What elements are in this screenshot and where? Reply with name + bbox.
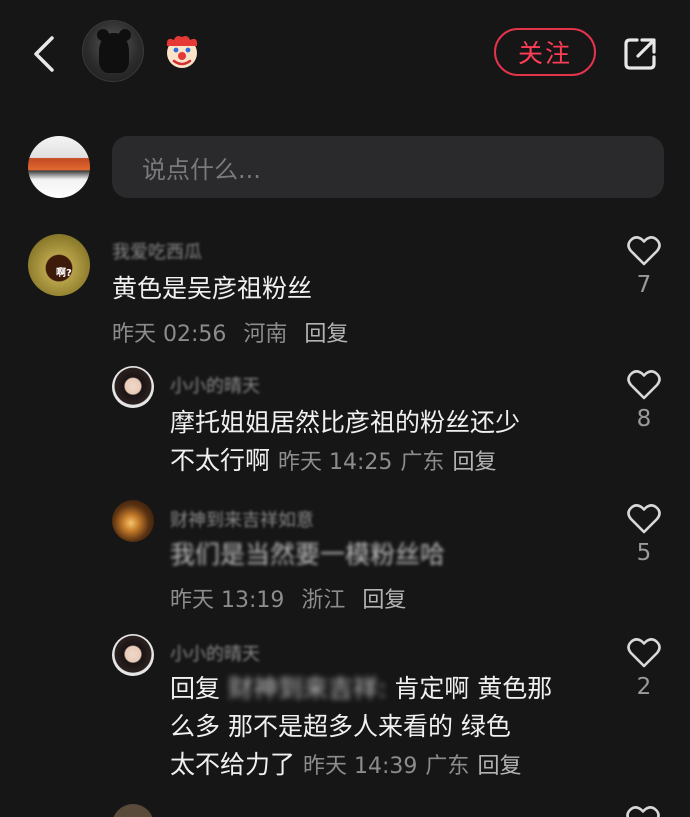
comment-meta: 昨天 02:56 河南 回复 — [112, 316, 358, 348]
reply-avatar[interactable] — [112, 634, 154, 676]
reply-text-line: 回复 财神到来吉祥: 肯定啊 黄色那 — [170, 670, 552, 708]
reply-button[interactable]: 回复 — [362, 588, 406, 613]
chevron-left-icon — [34, 36, 54, 72]
commenter-username[interactable]: 我爱吃西瓜 — [112, 238, 202, 260]
like-count: 5 — [636, 540, 652, 566]
reply-location: 浙江 — [301, 588, 346, 613]
reply-avatar[interactable] — [112, 804, 154, 817]
reply-text-line: 么多 那不是超多人来看的 绿色 — [170, 712, 511, 741]
reply-avatar[interactable] — [112, 500, 154, 542]
follow-button[interactable]: 关注 — [494, 28, 596, 76]
heart-icon — [627, 370, 661, 400]
reply-prefix: 回复 — [170, 674, 221, 703]
reply-username[interactable]: 小小的晴天 — [170, 372, 260, 394]
reply-avatar[interactable] — [112, 366, 154, 408]
reply-username[interactable]: 小小的晴天 — [170, 640, 260, 662]
heart-icon — [627, 236, 661, 266]
back-button[interactable] — [28, 32, 62, 76]
reply-text-fragment: 不太行啊 — [170, 446, 271, 475]
heart-icon — [627, 504, 661, 534]
avatar-decoration — [99, 33, 129, 73]
reply-location: 广东 — [400, 450, 445, 475]
reply-text-fragment: 太不给力了 — [170, 750, 296, 779]
reply-text-line: 太不给力了 昨天 14:39 广东 回复 — [170, 746, 529, 786]
like-count: 8 — [636, 406, 652, 432]
heart-icon — [627, 638, 661, 668]
like-button[interactable] — [626, 806, 666, 817]
top-bar: 关注 — [0, 0, 690, 110]
comment-location: 河南 — [243, 322, 288, 347]
reply-time: 昨天 13:19 — [170, 588, 285, 613]
comment-text: 黄色是吴彦祖粉丝 — [112, 274, 313, 303]
reply-button[interactable]: 回复 — [452, 450, 496, 475]
reply-username[interactable]: 财神到来吉祥如意 — [170, 506, 314, 528]
heart-icon — [626, 806, 660, 817]
reply-time: 昨天 14:39 — [303, 754, 418, 779]
share-button[interactable] — [620, 34, 660, 74]
mentioned-username[interactable]: 财神到来吉祥: — [228, 674, 386, 703]
like-button[interactable]: 5 — [624, 504, 664, 566]
like-count: 7 — [636, 272, 652, 298]
reply-text-line: 摩托姐姐居然比彦祖的粉丝还少 — [170, 408, 521, 437]
reply-text-fragment: 肯定啊 黄色那 — [394, 674, 553, 703]
avatar-caption: 啊? — [56, 268, 72, 279]
comment-input[interactable]: 说点什么... — [112, 136, 664, 198]
reply-time: 昨天 14:25 — [278, 450, 393, 475]
comment-time: 昨天 02:56 — [112, 322, 227, 347]
commenter-avatar[interactable]: 啊? — [28, 234, 90, 296]
reply-meta: 昨天 14:25 广东 回复 — [278, 450, 504, 475]
like-button[interactable]: 8 — [624, 370, 664, 432]
like-button[interactable]: 7 — [624, 236, 664, 298]
reply-meta: 昨天 13:19 浙江 回复 — [170, 582, 416, 614]
reply-button[interactable]: 回复 — [477, 754, 521, 779]
clown-emoji-icon — [166, 36, 198, 68]
like-count: 2 — [636, 674, 652, 700]
reply-text-line: 我们是当然要一模粉丝哈 — [170, 540, 446, 569]
reply-location: 广东 — [425, 754, 470, 779]
my-avatar[interactable] — [28, 136, 90, 198]
reply-text-line: 不太行啊 昨天 14:25 广东 回复 — [170, 442, 504, 482]
share-external-icon — [624, 38, 656, 70]
author-avatar[interactable] — [82, 20, 144, 82]
reply-meta: 昨天 14:39 广东 回复 — [303, 754, 529, 779]
reply-button[interactable]: 回复 — [304, 322, 348, 347]
like-button[interactable]: 2 — [624, 638, 664, 700]
